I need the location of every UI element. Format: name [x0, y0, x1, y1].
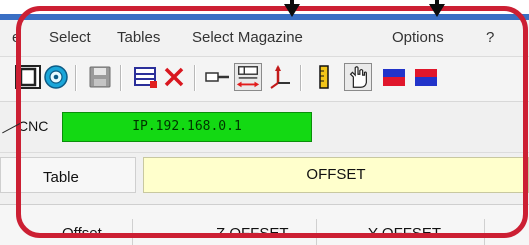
screenshot-stage: e Select Tables Select Magazine Options …: [0, 0, 529, 245]
arrow-head-right: [429, 4, 445, 17]
toolbar-separator: [120, 65, 121, 91]
save-icon[interactable]: [86, 63, 114, 91]
axes-icon[interactable]: [266, 63, 294, 91]
flag-blue-red-icon[interactable]: [380, 63, 408, 91]
offset-measure-icon[interactable]: [234, 63, 262, 91]
toolbar: [0, 57, 529, 102]
table-row: Table OFFSET: [0, 152, 529, 197]
column-divider: [316, 219, 317, 245]
column-header-y-offset[interactable]: Y OFFSET: [368, 225, 441, 242]
table-label-box: Table: [0, 157, 136, 193]
app-window: e Select Tables Select Magazine Options …: [0, 14, 529, 245]
column-divider: [484, 219, 485, 245]
cnc-label: CNC: [18, 118, 49, 134]
menu-item-options[interactable]: Options: [392, 29, 444, 47]
menu-item-help[interactable]: ?: [486, 29, 494, 47]
menu-item-file-partial[interactable]: e: [12, 29, 20, 47]
column-header-offset[interactable]: Offset: [62, 225, 102, 242]
arrow-head-left: [284, 4, 300, 17]
disc-icon[interactable]: [42, 63, 70, 91]
menu-item-select[interactable]: Select: [49, 29, 91, 47]
menu-item-tables[interactable]: Tables: [117, 29, 160, 47]
table-grid-icon[interactable]: [14, 63, 42, 91]
toolbar-separator: [300, 65, 301, 91]
ruler-icon[interactable]: [310, 63, 338, 91]
delete-x-icon[interactable]: [160, 63, 188, 91]
toolbar-separator: [194, 65, 195, 91]
column-header-z-offset[interactable]: Z OFFSET: [216, 225, 289, 242]
cnc-row: CNC IP.192.168.0.1: [0, 106, 529, 148]
grid-header: Offset Z OFFSET Y OFFSET: [0, 204, 529, 245]
flag-red-blue-icon[interactable]: [412, 63, 440, 91]
menu-item-select-magazine[interactable]: Select Magazine: [192, 29, 303, 47]
toolbar-separator: [75, 65, 76, 91]
menu-bar: e Select Tables Select Magazine Options …: [0, 20, 529, 57]
hand-icon[interactable]: [344, 63, 372, 91]
add-table-icon[interactable]: [132, 63, 160, 91]
table-label: Table: [43, 169, 79, 186]
cnc-address-field[interactable]: IP.192.168.0.1: [62, 112, 312, 142]
table-name-field[interactable]: OFFSET: [143, 157, 529, 193]
offset-single-icon[interactable]: [203, 63, 231, 91]
column-divider: [132, 219, 133, 245]
